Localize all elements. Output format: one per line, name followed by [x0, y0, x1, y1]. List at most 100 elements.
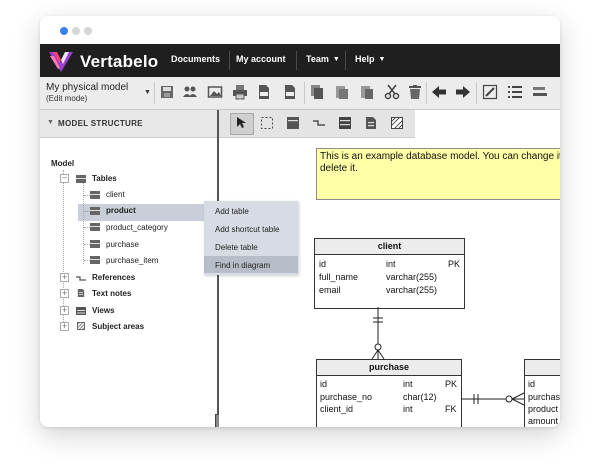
- duplicate-icon[interactable]: [359, 84, 375, 100]
- view-tool-icon[interactable]: [339, 117, 351, 129]
- brand-name: Vertabelo: [80, 52, 159, 71]
- main-toolbar: My physical model (Edit mode) ▼: [40, 77, 560, 110]
- align-icon[interactable]: [532, 84, 548, 100]
- panel-header[interactable]: ▼ MODEL STRUCTURE: [40, 110, 217, 138]
- select-icon[interactable]: [236, 117, 248, 129]
- toolbar-divider: [304, 82, 305, 104]
- tree-group-views[interactable]: Views: [92, 306, 115, 315]
- vertabelo-logo[interactable]: Vertabelo: [48, 47, 168, 75]
- expand-toggle-icon[interactable]: +: [60, 289, 69, 298]
- table-icon: [90, 223, 100, 231]
- delete-icon[interactable]: [407, 84, 423, 100]
- table-icon: [90, 256, 100, 264]
- tree-item-purchase[interactable]: purchase: [106, 240, 139, 249]
- text-note-icon: [77, 289, 85, 297]
- column-name: purchas: [528, 392, 560, 402]
- table-icon: [90, 191, 100, 199]
- undo-icon[interactable]: [431, 84, 447, 100]
- tree-root-model[interactable]: Model: [51, 159, 74, 168]
- column-type: int: [386, 259, 396, 269]
- chevron-down-icon: ▼: [378, 56, 386, 63]
- list-icon[interactable]: [507, 84, 523, 100]
- entity-client[interactable]: client id int PK full_name varchar(255) …: [314, 238, 465, 309]
- entity-title: purchase: [368, 362, 410, 372]
- tree-item-product-category[interactable]: product_category: [106, 223, 168, 232]
- nav-my-account[interactable]: My account: [236, 54, 286, 64]
- model-dropdown-icon[interactable]: ▼: [144, 89, 151, 96]
- column-name: purchase_no: [320, 392, 373, 402]
- column-type: int: [403, 379, 413, 389]
- area-tool-icon[interactable]: [391, 117, 403, 129]
- cut-icon[interactable]: [384, 84, 400, 100]
- tree-group-references[interactable]: References: [92, 273, 135, 282]
- table-tool-icon[interactable]: [287, 117, 299, 129]
- image-icon[interactable]: [207, 84, 223, 100]
- menu-item-find-in-diagram[interactable]: Find in diagram: [215, 261, 270, 270]
- copy-icon[interactable]: [309, 84, 325, 100]
- panel-title: MODEL STRUCTURE: [58, 119, 143, 128]
- expand-toggle-icon[interactable]: +: [60, 322, 69, 331]
- entity-title: client: [377, 241, 402, 251]
- column-key: PK: [445, 379, 458, 389]
- column-name: email: [319, 285, 341, 295]
- note-tool-icon[interactable]: [365, 117, 377, 129]
- tree-group-tables[interactable]: Tables: [92, 174, 117, 183]
- note-text: This is an example database model. You c…: [320, 151, 560, 174]
- model-name[interactable]: My physical model: [46, 83, 128, 93]
- tree-group-subject-areas[interactable]: Subject areas: [92, 322, 144, 331]
- table-icon: [90, 240, 100, 248]
- column-name: id: [528, 379, 536, 389]
- column-type: char(12): [403, 392, 437, 402]
- top-navbar: Vertabelo Documents My account Team ▼ Hel…: [40, 44, 560, 77]
- column-type: varchar(255): [386, 272, 438, 282]
- view-icon: [76, 307, 86, 315]
- users-icon[interactable]: [182, 84, 198, 100]
- canvas-toolbar: [219, 110, 415, 138]
- nav-team[interactable]: Team ▼: [306, 54, 340, 64]
- entity-header: client: [315, 239, 464, 255]
- nav-documents[interactable]: Documents: [171, 54, 220, 64]
- expand-toggle-icon[interactable]: +: [60, 306, 69, 315]
- toolbar-divider: [154, 82, 155, 104]
- purchase-item-reference[interactable]: [461, 391, 525, 407]
- column-name: amount: [528, 416, 559, 426]
- vertabelo-logo-icon: [49, 52, 73, 72]
- entity-purchase[interactable]: purchase id int PK purchase_no char(12) …: [316, 359, 462, 427]
- text-note[interactable]: This is an example database model. You c…: [316, 148, 560, 200]
- nav-divider: [296, 51, 297, 70]
- tree-item-client[interactable]: client: [106, 190, 125, 199]
- menu-item-add-table[interactable]: Add table: [215, 207, 249, 216]
- context-menu: Add table Add shortcut table Delete tabl…: [204, 201, 298, 275]
- active-dot[interactable]: [60, 27, 68, 35]
- nav-divider: [345, 51, 346, 70]
- collapse-icon[interactable]: ▼: [47, 119, 54, 126]
- chevron-down-icon: ▼: [332, 56, 340, 63]
- inactive-dot[interactable]: [84, 27, 92, 35]
- edit-icon[interactable]: [482, 84, 498, 100]
- redo-icon[interactable]: [455, 84, 471, 100]
- entity-purchase-item[interactable]: id purchas product amount: [524, 359, 560, 427]
- ddl-icon[interactable]: [282, 84, 298, 100]
- menu-item-delete-table[interactable]: Delete table: [215, 243, 258, 252]
- inactive-dot[interactable]: [72, 27, 80, 35]
- column-name: id: [320, 379, 328, 389]
- table-icon: [90, 207, 100, 215]
- nav-help-label: Help: [355, 54, 375, 64]
- sql-icon[interactable]: [256, 84, 272, 100]
- paste-icon[interactable]: [334, 84, 350, 100]
- tree-item-purchase-item[interactable]: purchase_item: [106, 256, 158, 265]
- expand-toggle-icon[interactable]: +: [60, 273, 69, 282]
- tree-item-product[interactable]: product: [106, 206, 136, 215]
- tree-group-text-notes[interactable]: Text notes: [92, 289, 131, 298]
- nav-help[interactable]: Help ▼: [355, 54, 385, 64]
- print-icon[interactable]: [232, 84, 248, 100]
- toolbar-divider: [476, 82, 477, 104]
- save-icon[interactable]: [159, 84, 175, 100]
- nav-team-label: Team: [306, 54, 329, 64]
- area-select-icon[interactable]: [261, 117, 273, 129]
- collapse-toggle-icon[interactable]: −: [60, 174, 69, 183]
- subject-area-icon: [76, 322, 86, 330]
- reference-tool-icon[interactable]: [313, 117, 325, 129]
- menu-item-add-shortcut-table[interactable]: Add shortcut table: [215, 225, 279, 234]
- client-purchase-reference[interactable]: [360, 307, 390, 360]
